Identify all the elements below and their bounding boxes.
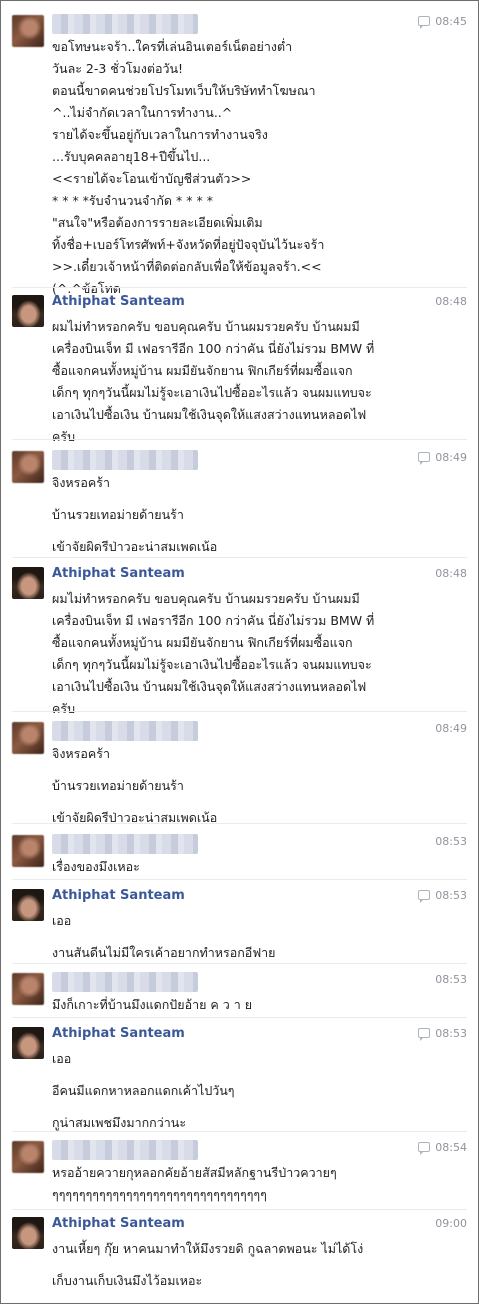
message-line: <<รายได้จะโอนเข้าบัญชีส่วนตัว>> — [52, 171, 252, 186]
avatar[interactable] — [12, 567, 44, 599]
message-time: 08:48 — [435, 295, 467, 308]
sender-name-redacted[interactable] — [52, 834, 198, 854]
message-divider — [12, 963, 467, 964]
message-line: เข้าจัยผิดรีป่าวอะน่าสมเพดเน้อ — [52, 810, 218, 825]
message-line: ๆๆๆๆๆๆๆๆๆๆๆๆๆๆๆๆๆๆๆๆๆๆๆๆๆๆๆๆๆๆๆๆ — [52, 1187, 267, 1202]
message-line: >>.เดี๋ยวเจ้าหน้าที่ติดต่อกลับเพื่อให้ข้… — [52, 259, 322, 274]
message-divider — [12, 439, 467, 440]
message-line: ผมไม่ทำหรอกครับ ขอบคุณครับ บ้านผมรวยครับ… — [52, 591, 360, 606]
avatar[interactable] — [12, 973, 44, 1005]
message-line: ผมไม่ทำหรอกครับ ขอบคุณครับ บ้านผมรวยครับ… — [52, 319, 360, 334]
message-body: งานเหี้ยๆ กุ๊ย หาคนมาทำให้มึงรวยดิ กูฉลา… — [52, 1238, 466, 1292]
avatar[interactable] — [12, 295, 44, 327]
message-line: ครับ — [52, 701, 76, 716]
message-line: เอาเงินไปซื้อเงิน บ้านผมใช้เงินจุดให้แสง… — [52, 679, 367, 694]
message-body: เออ อีคนมีแดกหาหลอกแดกเค้าไปวันๆ กูน่าสม… — [52, 1048, 466, 1134]
message-line: งานสันดีนไม่มีใครเค้าอยากทำหรอกอีฟาย — [52, 945, 276, 960]
message-line: ...รับบุคคลอายุ18+ปีขึ้นไป... — [52, 149, 211, 164]
message-line: ครับ — [52, 429, 76, 444]
avatar[interactable] — [12, 1217, 44, 1249]
message-time: 09:00 — [435, 1217, 467, 1230]
message-line: รายได้จะขึ้นอยู่กับเวลาในการทำงานจริง — [52, 127, 268, 142]
message-body: เออ งานสันดีนไม่มีใครเค้าอยากทำหรอกอีฟาย — [52, 910, 466, 964]
message-line: เออ — [52, 1051, 72, 1066]
message-line: หรออ้ายควายกุหลอกคัยอ้ายสัสมีหลักฐานรีป่… — [52, 1165, 337, 1180]
message-line: ^..ไม่จำกัดเวลาในการทำงาน..^ — [52, 105, 233, 120]
chat-bubble-icon — [418, 1142, 431, 1155]
message-line: เข้าจัยผิดรีป่าวอะน่าสมเพดเน้อ — [52, 539, 218, 554]
sender-name[interactable]: Athiphat Santeam — [52, 888, 185, 903]
message-line: ซื้อแจกคนทั้งหมู่บ้าน ผมมียันจักยาน ฟิกเ… — [52, 635, 353, 650]
message-divider — [12, 1017, 467, 1018]
message-line: บ้านรวยเทอม่ายด้ายนร้า — [52, 507, 184, 522]
message-body: ขอโทษนะจร้า..ใครที่เล่นอินเตอร์เน็ตอย่าง… — [52, 36, 466, 300]
message-line: "สนใจ"หรือต้องการรายละเอียดเพิ่มเติม — [52, 215, 263, 230]
chat-bubble-icon — [418, 452, 431, 465]
message-time: 08:53 — [435, 973, 467, 986]
message-divider — [12, 1209, 467, 1210]
sender-name[interactable]: Athiphat Santeam — [52, 294, 185, 309]
message-body: ผมไม่ทำหรอกครับ ขอบคุณครับ บ้านผมรวยครับ… — [52, 588, 466, 720]
message-body: จิงหรอคร้า บ้านรวยเทอม่ายด้ายนร้า เข้าจั… — [52, 472, 466, 558]
message-time: 08:49 — [435, 722, 467, 735]
message-divider — [12, 823, 467, 824]
sender-name[interactable]: Athiphat Santeam — [52, 566, 185, 581]
chat-bubble-icon — [418, 890, 431, 903]
message-time: 08:48 — [435, 567, 467, 580]
message-line: * * * *รับจำนวนจำกัด * * * * — [52, 193, 213, 208]
message-line: มึงก็เกาะที่บ้านมึงแดกปัยอ้าย ค ว า ย — [52, 997, 253, 1012]
message-time: 08:49 — [418, 451, 467, 465]
message-time: 08:53 — [418, 889, 467, 903]
message-divider — [12, 1131, 467, 1132]
message-line: เอาเงินไปซื้อเงิน บ้านผมใช้เงินจุดให้แสง… — [52, 407, 367, 422]
message-line: จิงหรอคร้า — [52, 475, 110, 490]
message-line: วันละ 2-3 ชั่วโมงต่อวัน! — [52, 61, 184, 76]
sender-name[interactable]: Athiphat Santeam — [52, 1026, 185, 1041]
message-line: ทิ้งชื่อ+เบอร์โทรศัพท์+จังหวัดที่อยู่ปัจ… — [52, 237, 325, 252]
avatar[interactable] — [12, 1027, 44, 1059]
message-body: มึงก็เกาะที่บ้านมึงแดกปัยอ้าย ค ว า ย — [52, 994, 466, 1016]
message-line: เก็บงานเก็บเงินมึงไว้อมเหอะ — [52, 1273, 203, 1288]
message-line: เรื่องของมึงเหอะ — [52, 859, 140, 874]
message-time: 08:54 — [418, 1141, 467, 1155]
avatar[interactable] — [12, 1141, 44, 1173]
avatar[interactable] — [12, 15, 44, 47]
message-line: อีคนมีแดกหาหลอกแดกเค้าไปวันๆ — [52, 1083, 235, 1098]
message-line: งานเหี้ยๆ กุ๊ย หาคนมาทำให้มึงรวยดิ กูฉลา… — [52, 1241, 364, 1256]
sender-name[interactable]: Athiphat Santeam — [52, 1216, 185, 1231]
message-time: 08:53 — [418, 1027, 467, 1041]
message-line: บ้านรวยเทอม่ายด้ายนร้า — [52, 778, 184, 793]
message-line: ซื้อแจกคนทั้งหมู่บ้าน ผมมียันจักยาน ฟิกเ… — [52, 363, 353, 378]
message-line: เออ — [52, 913, 72, 928]
message-divider — [12, 557, 467, 558]
message-body: จิงหรอคร้า บ้านรวยเทอม่ายด้ายนร้า เข้าจั… — [52, 743, 466, 829]
message-body: เรื่องของมึงเหอะ — [52, 856, 466, 878]
chat-bubble-icon — [418, 16, 431, 29]
message-line: จิงหรอคร้า — [52, 746, 110, 761]
avatar[interactable] — [12, 451, 44, 483]
avatar[interactable] — [12, 835, 44, 867]
message-body: ผมไม่ทำหรอกครับ ขอบคุณครับ บ้านผมรวยครับ… — [52, 316, 466, 448]
message-divider — [12, 287, 467, 288]
message-divider — [12, 879, 467, 880]
message-divider — [12, 711, 467, 712]
sender-name-redacted[interactable] — [52, 1140, 198, 1160]
chat-conversation: 08:45 ขอโทษนะจร้า..ใครที่เล่นอินเตอร์เน็… — [0, 0, 479, 1304]
sender-name-redacted[interactable] — [52, 721, 198, 741]
message-time: 08:53 — [435, 835, 467, 848]
message-line: เด็กๆ ทุกๆวันนี้ผมไม่รู้จะเอาเงินไปซื้ออ… — [52, 657, 372, 672]
sender-name-redacted[interactable] — [52, 14, 198, 34]
chat-bubble-icon — [418, 1028, 431, 1041]
message-line: ตอนนี้ขาดคนช่วยโปรโมทเว็บให้บริษัททำโฆษณ… — [52, 83, 316, 98]
avatar[interactable] — [12, 722, 44, 754]
message-time: 08:45 — [418, 15, 467, 29]
sender-name-redacted[interactable] — [52, 972, 198, 992]
avatar[interactable] — [12, 889, 44, 921]
message-line: เด็กๆ ทุกๆวันนี้ผมไม่รู้จะเอาเงินไปซื้ออ… — [52, 385, 372, 400]
message-line: ขอโทษนะจร้า..ใครที่เล่นอินเตอร์เน็ตอย่าง… — [52, 39, 293, 54]
message-line: เครื่องบินเจ็ท มี เฟอรารีอีก 100 กว่าคัน… — [52, 341, 375, 356]
sender-name-redacted[interactable] — [52, 450, 198, 470]
message-line: เครื่องบินเจ็ท มี เฟอรารีอีก 100 กว่าคัน… — [52, 613, 375, 628]
message-body: หรออ้ายควายกุหลอกคัยอ้ายสัสมีหลักฐานรีป่… — [52, 1162, 466, 1206]
